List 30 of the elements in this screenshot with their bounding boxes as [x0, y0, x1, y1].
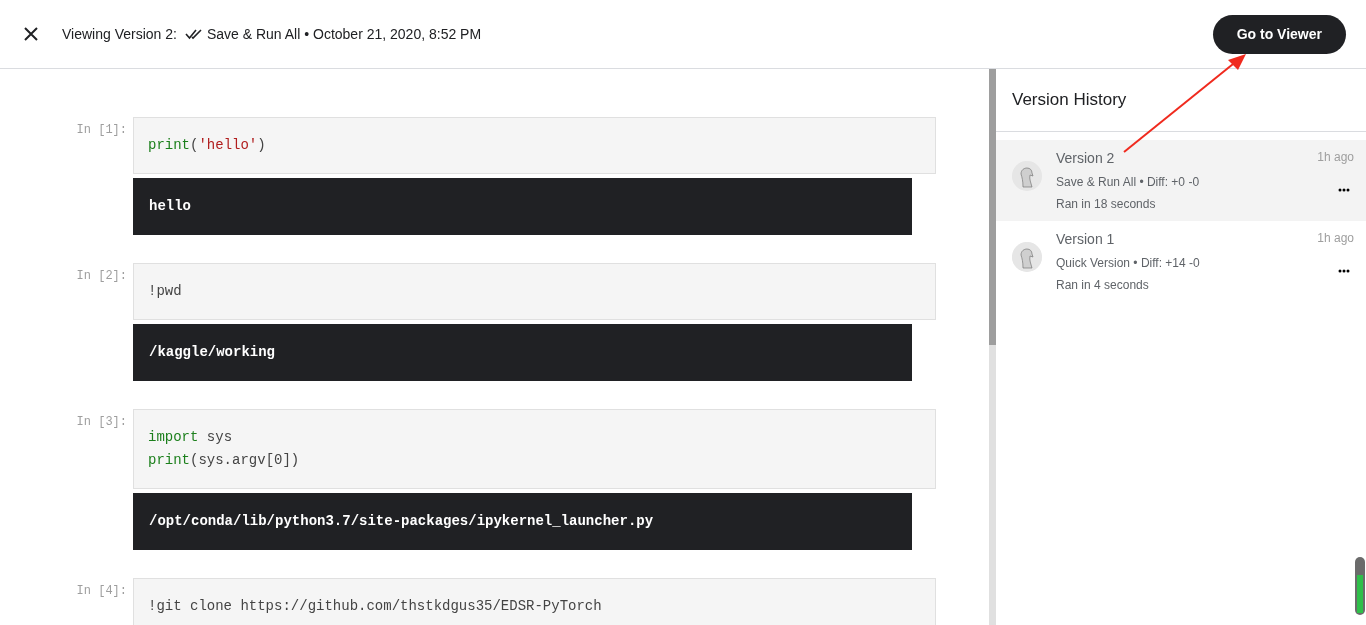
viewing-title: Viewing Version 2:: [62, 24, 177, 44]
code-output: /opt/conda/lib/python3.7/site-packages/ipykernel_launcher.py: [133, 493, 912, 550]
cell-prompt: In [4]:: [76, 584, 127, 598]
more-icon: [1338, 188, 1350, 193]
version-runtime: Ran in 4 seconds: [1056, 276, 1150, 294]
version-name: Version 1: [1056, 229, 1116, 249]
go-to-viewer-button[interactable]: Go to Viewer: [1212, 14, 1346, 54]
double-check-icon: [184, 28, 203, 40]
version-item[interactable]: Version 2 Save & Run All • Diff: +0 -0 Ran in 18 seconds 1h ago: [996, 139, 1366, 221]
code-input[interactable]: !pwd: [133, 263, 936, 320]
level-meter-icon: [1355, 557, 1365, 615]
version-info: Save & Run All • October 21, 2020, 8:52 PM: [206, 24, 482, 44]
sidebar-title: Version History: [996, 69, 1366, 132]
version-details: Save & Run All • Diff: +0 -0: [1056, 173, 1201, 191]
cell-prompt: In [3]:: [76, 415, 127, 429]
code-input[interactable]: print('hello'): [133, 117, 936, 174]
version-time: 1h ago: [1317, 229, 1354, 247]
version-time: 1h ago: [1317, 148, 1354, 166]
code-input[interactable]: import sys print(sys.argv[0]): [133, 409, 936, 489]
cell-prompt: In [2]:: [76, 269, 127, 283]
version-runtime: Ran in 18 seconds: [1056, 195, 1157, 213]
version-details: Quick Version • Diff: +14 -0: [1056, 254, 1201, 272]
cell-prompt: In [1]:: [76, 123, 127, 137]
version-name: Version 2: [1056, 148, 1116, 168]
code-output: /kaggle/working: [133, 324, 912, 381]
more-icon: [1338, 269, 1350, 274]
close-icon[interactable]: [24, 27, 38, 41]
code-input[interactable]: !git clone https://github.com/thstkdgus35/EDSR-PyTorch: [133, 578, 936, 625]
scrollbar[interactable]: [989, 69, 996, 625]
code-output: hello: [133, 178, 912, 235]
